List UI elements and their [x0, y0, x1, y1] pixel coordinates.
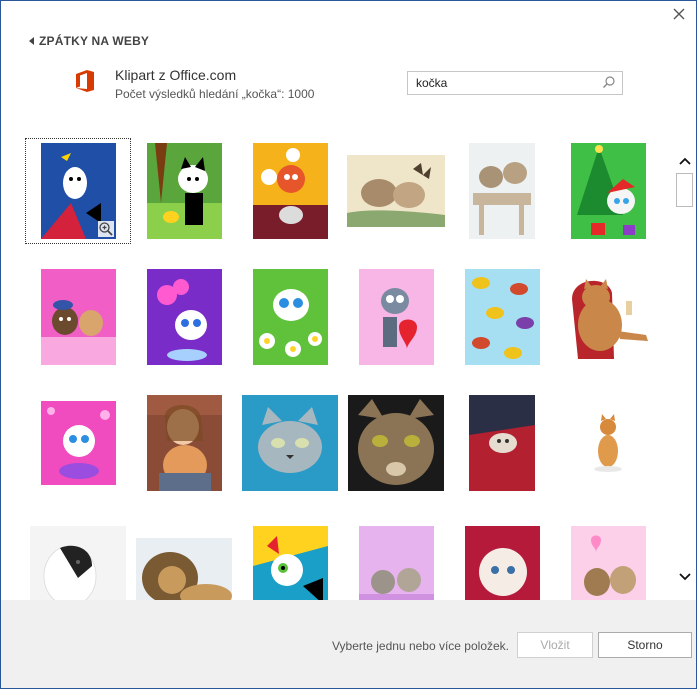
clipart-birds-pattern: [464, 269, 540, 365]
result-tile[interactable]: [343, 138, 449, 244]
chevron-down-icon: [679, 573, 691, 581]
clipart-grey-cat-face: [242, 395, 338, 491]
result-tile[interactable]: [237, 264, 343, 370]
clipart-kitten-flowers-green: [252, 269, 328, 365]
clipart-fat-cat-armchair: [560, 269, 656, 365]
photo-small-ginger-kitten: [588, 411, 628, 475]
scroll-down-button[interactable]: [678, 570, 692, 584]
search-input[interactable]: [414, 75, 598, 91]
zoom-in-button[interactable]: [97, 221, 114, 237]
close-button[interactable]: [670, 5, 688, 23]
result-tile[interactable]: [25, 138, 131, 244]
scroll-up-button[interactable]: [678, 154, 692, 168]
chevron-left-icon: [29, 37, 34, 45]
clipart-kitten-balloons-purple: [146, 269, 222, 365]
result-tile[interactable]: [555, 138, 661, 244]
photo-vintage-kittens-butterfly: [347, 155, 445, 227]
result-tile[interactable]: [449, 138, 555, 244]
result-tile[interactable]: [237, 516, 343, 600]
result-tile[interactable]: [237, 390, 343, 496]
result-tile[interactable]: [449, 390, 555, 496]
clipart-kitten-love-you-mom: [40, 401, 116, 485]
results-grid: [25, 138, 665, 600]
result-tile[interactable]: [25, 390, 131, 496]
result-tile[interactable]: [131, 516, 237, 600]
result-tile[interactable]: [555, 264, 661, 370]
result-tile[interactable]: [131, 138, 237, 244]
result-tile[interactable]: [343, 264, 449, 370]
chevron-up-icon: [679, 157, 691, 165]
office-logo-icon: [76, 70, 94, 92]
photo-black-white-kitten: [30, 526, 126, 600]
result-tile[interactable]: [343, 390, 449, 496]
photo-tabby-cat-face: [348, 395, 444, 491]
photo-lion-lying: [136, 538, 232, 600]
close-icon: [673, 8, 685, 20]
photo-white-fluffy-kitten: [464, 526, 540, 600]
clipart-cat-heart-pink: [358, 269, 434, 365]
result-tile[interactable]: [237, 138, 343, 244]
photo-two-kittens-purple: [358, 526, 434, 600]
scrollbar-thumb[interactable]: [676, 173, 693, 207]
clipart-cat-colorful-shapes: [252, 526, 328, 600]
clipart-bird-cat-blue: [40, 143, 116, 239]
result-tile[interactable]: [449, 516, 555, 600]
zoom-in-icon: [98, 222, 113, 236]
photo-two-kittens-hearts: [570, 526, 646, 600]
photo-vintage-kittens-fence: [469, 143, 535, 239]
selection-status: Vyberte jednu nebo více položek.: [332, 639, 510, 653]
insert-button[interactable]: Vložit: [517, 632, 593, 658]
clipart-cats-fish-bowl: [252, 143, 328, 239]
back-link-label: ZPÁTKY NA WEBY: [39, 34, 150, 48]
cancel-button[interactable]: Storno: [598, 632, 692, 658]
result-tile[interactable]: [343, 516, 449, 600]
result-tile[interactable]: [555, 516, 661, 600]
back-to-web-link[interactable]: ZPÁTKY NA WEBY: [29, 34, 149, 48]
result-tile[interactable]: [131, 390, 237, 496]
result-tile[interactable]: [555, 390, 661, 496]
photo-girl-holding-kitten: [146, 395, 222, 491]
source-title: Klipart z Office.com: [115, 67, 237, 83]
result-tile[interactable]: [449, 264, 555, 370]
clipart-kittens-pink: [40, 269, 116, 365]
result-tile[interactable]: [25, 516, 131, 600]
clipart-cat-duck-green: [146, 143, 222, 239]
clipart-dialog: ZPÁTKY NA WEBY Klipart z Office.com Poče…: [0, 0, 697, 689]
result-tile[interactable]: [131, 264, 237, 370]
result-count: Počet výsledků hledání „kočka“: 1000: [115, 87, 315, 101]
search-box: [407, 71, 623, 95]
clipart-kitten-christmas-tree: [570, 143, 646, 239]
photo-kitten-red-blanket: [469, 395, 535, 491]
dialog-footer: Vyberte jednu nebo více položek. Vložit …: [1, 600, 696, 688]
result-tile[interactable]: [25, 264, 131, 370]
search-icon[interactable]: [602, 75, 616, 89]
